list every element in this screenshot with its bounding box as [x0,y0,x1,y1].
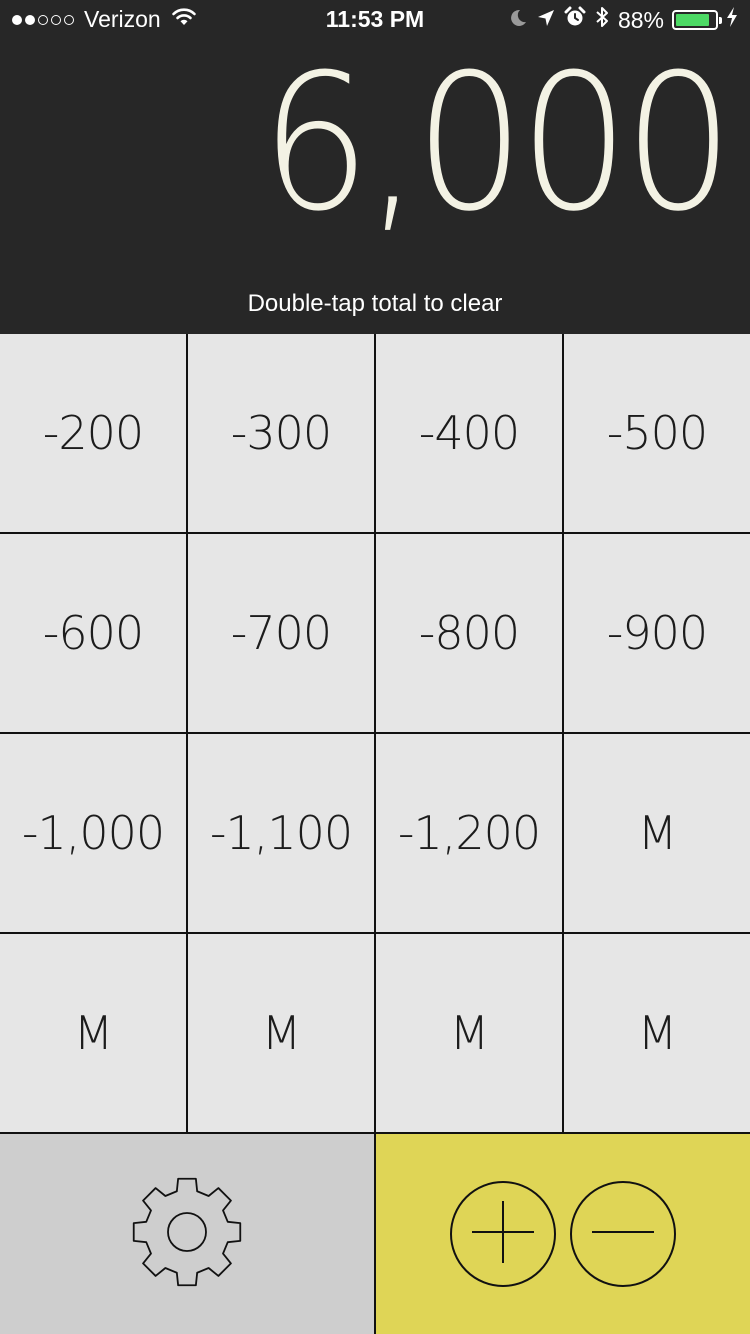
battery-icon [672,10,722,30]
key-minus-300[interactable]: -300 [188,334,374,532]
memory-key-3[interactable]: M [188,934,374,1132]
subtract-mode-button[interactable] [570,1181,676,1287]
key-minus-500[interactable]: -500 [564,334,750,532]
charging-bolt-icon [726,6,738,34]
location-arrow-icon [536,7,556,34]
gear-icon [129,1174,245,1295]
key-minus-600[interactable]: -600 [0,534,186,732]
key-minus-700[interactable]: -700 [188,534,374,732]
battery-percent: 88% [617,6,664,33]
key-minus-800[interactable]: -800 [376,534,562,732]
minus-icon [592,1201,654,1268]
memory-key-4[interactable]: M [376,934,562,1132]
bluetooth-icon [594,5,610,35]
memory-key-1[interactable]: M [564,734,750,932]
moon-icon [508,7,528,34]
battery-level [676,14,709,26]
key-minus-1000[interactable]: -1,000 [0,734,186,932]
calculator-screen: Verizon 11:53 PM 88% 6,000 Double-tap to… [0,0,750,1334]
clear-hint: Double-tap total to clear [247,290,503,317]
plus-icon [472,1200,534,1268]
key-minus-900[interactable]: -900 [564,534,750,732]
running-total[interactable]: 6,000 [260,50,733,238]
settings-button[interactable] [0,1134,374,1334]
alarm-icon [564,6,586,34]
key-minus-1200[interactable]: -1,200 [376,734,562,932]
status-right: 88% [508,5,738,35]
mode-toggle-area [376,1134,750,1334]
memory-key-2[interactable]: M [0,934,186,1132]
key-minus-1100[interactable]: -1,100 [188,734,374,932]
add-mode-button[interactable] [450,1181,556,1287]
display-panel: Verizon 11:53 PM 88% 6,000 Double-tap to… [0,0,750,334]
memory-key-5[interactable]: M [564,934,750,1132]
keypad: -200 -300 -400 -500 -600 -700 -800 -900 … [0,334,750,1134]
bottom-bar [0,1134,750,1334]
key-minus-400[interactable]: -400 [376,334,562,532]
key-minus-200[interactable]: -200 [0,334,186,532]
